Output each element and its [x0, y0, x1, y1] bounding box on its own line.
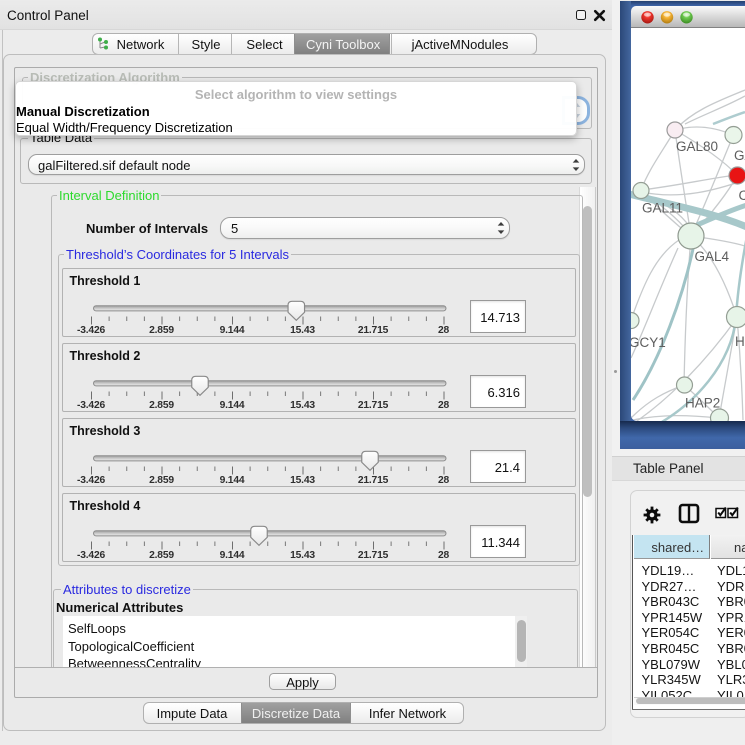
svg-text:HAP2: HAP2: [685, 396, 720, 411]
svg-text:GAL80: GAL80: [676, 139, 718, 154]
svg-text:C: C: [739, 188, 745, 203]
svg-text:GA: GA: [734, 148, 745, 163]
svg-text:GCY1: GCY1: [631, 335, 666, 350]
svg-text:H: H: [735, 334, 745, 349]
svg-text:GAL11: GAL11: [642, 201, 683, 216]
svg-text:GAL4: GAL4: [695, 249, 730, 264]
